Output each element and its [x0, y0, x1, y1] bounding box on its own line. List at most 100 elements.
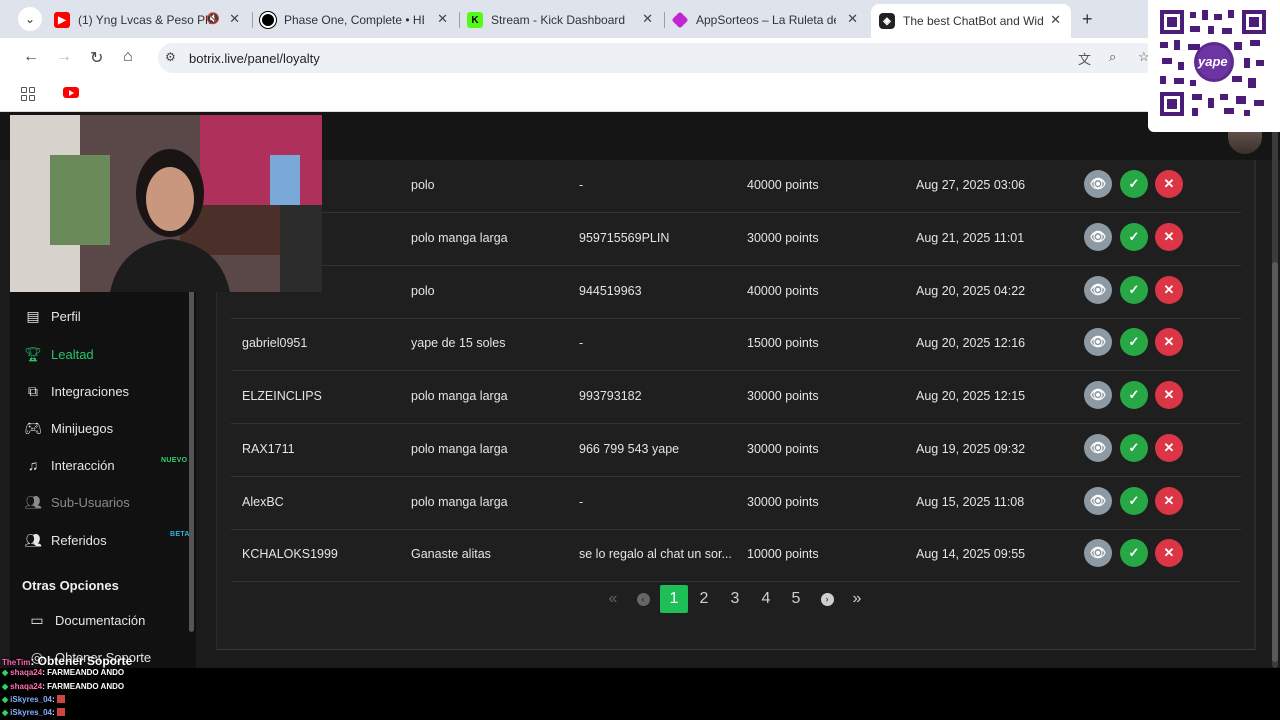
reject-button[interactable]: ✕	[1155, 170, 1183, 198]
chat-message: ◆ shaqa24: FARMEANDO ANDO	[2, 682, 124, 691]
view-button[interactable]: 👁︎	[1084, 170, 1112, 198]
reload-icon[interactable]: ↻	[90, 48, 103, 68]
browser-tab-3[interactable]: K Stream - Kick Dashboard ✕	[467, 6, 663, 34]
eye-icon: 👁︎	[1089, 545, 1107, 560]
page-scrollbar[interactable]	[1272, 112, 1278, 668]
approve-button[interactable]: ✓	[1120, 276, 1148, 304]
page-3-button[interactable]: 3	[721, 585, 749, 613]
chevron-right-icon: ›	[820, 592, 834, 606]
diamond-icon: ◆	[2, 682, 9, 691]
zoom-icon[interactable]: ⌕	[1109, 49, 1116, 65]
page-2-button[interactable]: 2	[690, 585, 718, 613]
sidebar-item-sub-usuarios[interactable]: 👥︎ Sub-Usuarios	[24, 490, 130, 514]
check-icon: ✓	[1128, 493, 1140, 508]
reject-button[interactable]: ✕	[1155, 276, 1183, 304]
sidebar-item-integraciones[interactable]: ⧉ Integraciones	[24, 379, 129, 403]
page-1-button[interactable]: 1	[660, 585, 688, 613]
sidebar-item-label: Sub-Usuarios	[51, 494, 130, 510]
cell-username: ELZEINCLIPS	[242, 389, 322, 403]
new-tab-icon[interactable]: +	[1082, 9, 1093, 30]
chat-username: shaqa24	[10, 682, 43, 691]
chat-text: : FARMEANDO ANDO	[42, 682, 125, 691]
apps-grid-icon[interactable]	[21, 87, 35, 101]
view-button[interactable]: 👁︎	[1084, 539, 1112, 567]
close-tab-icon[interactable]: ✕	[642, 11, 653, 27]
sidebar-scrollbar[interactable]	[189, 262, 194, 632]
approve-button[interactable]: ✓	[1120, 223, 1148, 251]
cell-date: Aug 20, 2025 12:16	[916, 336, 1026, 350]
browser-tab-5-active[interactable]: ◈ The best ChatBot and Widge ✕	[871, 4, 1071, 38]
view-button[interactable]: 👁︎	[1084, 381, 1112, 409]
page-4-button[interactable]: 4	[752, 585, 780, 613]
youtube-bookmark-icon[interactable]	[63, 87, 79, 98]
table-row: RAX1711 polo manga larga 966 799 543 yape 3…	[231, 424, 1241, 477]
browser-tab-2[interactable]: Phase One, Complete • HBO ✕	[260, 6, 458, 34]
approve-button[interactable]: ✓	[1120, 434, 1148, 462]
check-icon: ✓	[1128, 229, 1140, 244]
eye-icon: 👁︎	[1089, 440, 1107, 455]
first-page-icon[interactable]: «	[599, 585, 627, 613]
url-text[interactable]: botrix.live/panel/loyalty	[189, 51, 320, 66]
omnibox[interactable]: ⚙ botrix.live/panel/loyalty 文 ⌕ ☆	[158, 43, 1158, 73]
site-settings-icon[interactable]: ⚙	[165, 50, 176, 64]
close-tab-icon[interactable]: ✕	[1050, 12, 1061, 28]
approve-button[interactable]: ✓	[1120, 170, 1148, 198]
close-tab-icon[interactable]: ✕	[437, 11, 448, 27]
cell-reward: polo manga larga	[411, 231, 508, 245]
reject-button[interactable]: ✕	[1155, 434, 1183, 462]
browser-tab-4[interactable]: AppSorteos – La Ruleta de la ✕	[671, 6, 868, 34]
forward-arrow-icon[interactable]: →	[56, 48, 72, 66]
close-tab-icon[interactable]: ✕	[229, 11, 240, 27]
prev-page-button[interactable]: ‹	[629, 585, 657, 613]
reject-button[interactable]: ✕	[1155, 381, 1183, 409]
approve-button[interactable]: ✓	[1120, 487, 1148, 515]
back-arrow-icon[interactable]: ←	[23, 48, 39, 66]
integrations-icon: ⧉	[28, 382, 38, 399]
approve-button[interactable]: ✓	[1120, 328, 1148, 356]
sidebar-item-referidos[interactable]: 👥︎ Referidos	[24, 528, 107, 552]
view-button[interactable]: 👁︎	[1084, 487, 1112, 515]
view-button[interactable]: 👁︎	[1084, 328, 1112, 356]
reject-button[interactable]: ✕	[1155, 539, 1183, 567]
page-5-button[interactable]: 5	[782, 585, 810, 613]
browser-tabstrip: ⌄ ▶ (1) Yng Lvcas & Peso Plu 🔇 ✕ Phase O…	[0, 0, 1280, 38]
sidebar-item-interaccion[interactable]: ♫ Interacción	[24, 453, 115, 477]
sidebar-item-label: Perfil	[51, 308, 81, 324]
cell-reward: polo manga larga	[411, 389, 508, 403]
close-tab-icon[interactable]: ✕	[847, 11, 858, 27]
check-icon: ✓	[1128, 387, 1140, 402]
chat-username: shaqa24	[10, 668, 43, 677]
reject-button[interactable]: ✕	[1155, 328, 1183, 356]
cell-cost: 10000 points	[747, 547, 819, 561]
appsorteos-icon	[671, 11, 689, 29]
view-button[interactable]: 👁︎	[1084, 434, 1112, 462]
id-card-icon: ▤	[26, 307, 40, 324]
cell-user-input: se lo regalo al chat un sor...	[579, 547, 732, 561]
browser-tab-1[interactable]: ▶ (1) Yng Lvcas & Peso Plu 🔇 ✕	[54, 6, 250, 34]
cell-reward: yape de 15 soles	[411, 336, 506, 350]
sidebar-item-perfil[interactable]: ▤ Perfil	[24, 304, 81, 328]
new-badge: NUEVO	[161, 457, 188, 464]
approve-button[interactable]: ✓	[1120, 539, 1148, 567]
sidebar-item-lealtad[interactable]: 🏆︎ Lealtad	[24, 342, 94, 366]
approve-button[interactable]: ✓	[1120, 381, 1148, 409]
emote-icon	[56, 708, 65, 716]
table-row: ELZEINCLIPS polo manga larga 993793182 3000…	[231, 371, 1241, 424]
translate-icon[interactable]: 文	[1078, 49, 1091, 68]
view-button[interactable]: 👁︎	[1084, 276, 1112, 304]
view-button[interactable]: 👁︎	[1084, 223, 1112, 251]
speaker-muted-icon[interactable]: 🔇	[206, 12, 220, 25]
sidebar-item-documentacion[interactable]: ▭ Documentación	[28, 608, 145, 632]
tab-title: The best ChatBot and Widge	[903, 14, 1043, 28]
last-page-icon[interactable]: »	[843, 585, 871, 613]
table-row: AlexBC polo manga larga - 30000 points Aug 1…	[231, 477, 1241, 530]
tab-title: AppSorteos – La Ruleta de la	[696, 13, 836, 27]
reject-button[interactable]: ✕	[1155, 487, 1183, 515]
next-page-button[interactable]: ›	[813, 585, 841, 613]
home-icon[interactable]: ⌂	[123, 48, 133, 66]
sidebar-item-minijuegos[interactable]: 🎮︎ Minijuegos	[24, 416, 113, 440]
cell-reward: polo manga larga	[411, 442, 508, 456]
reject-button[interactable]: ✕	[1155, 223, 1183, 251]
tab-search-button[interactable]: ⌄	[18, 7, 42, 31]
cell-cost: 30000 points	[747, 442, 819, 456]
